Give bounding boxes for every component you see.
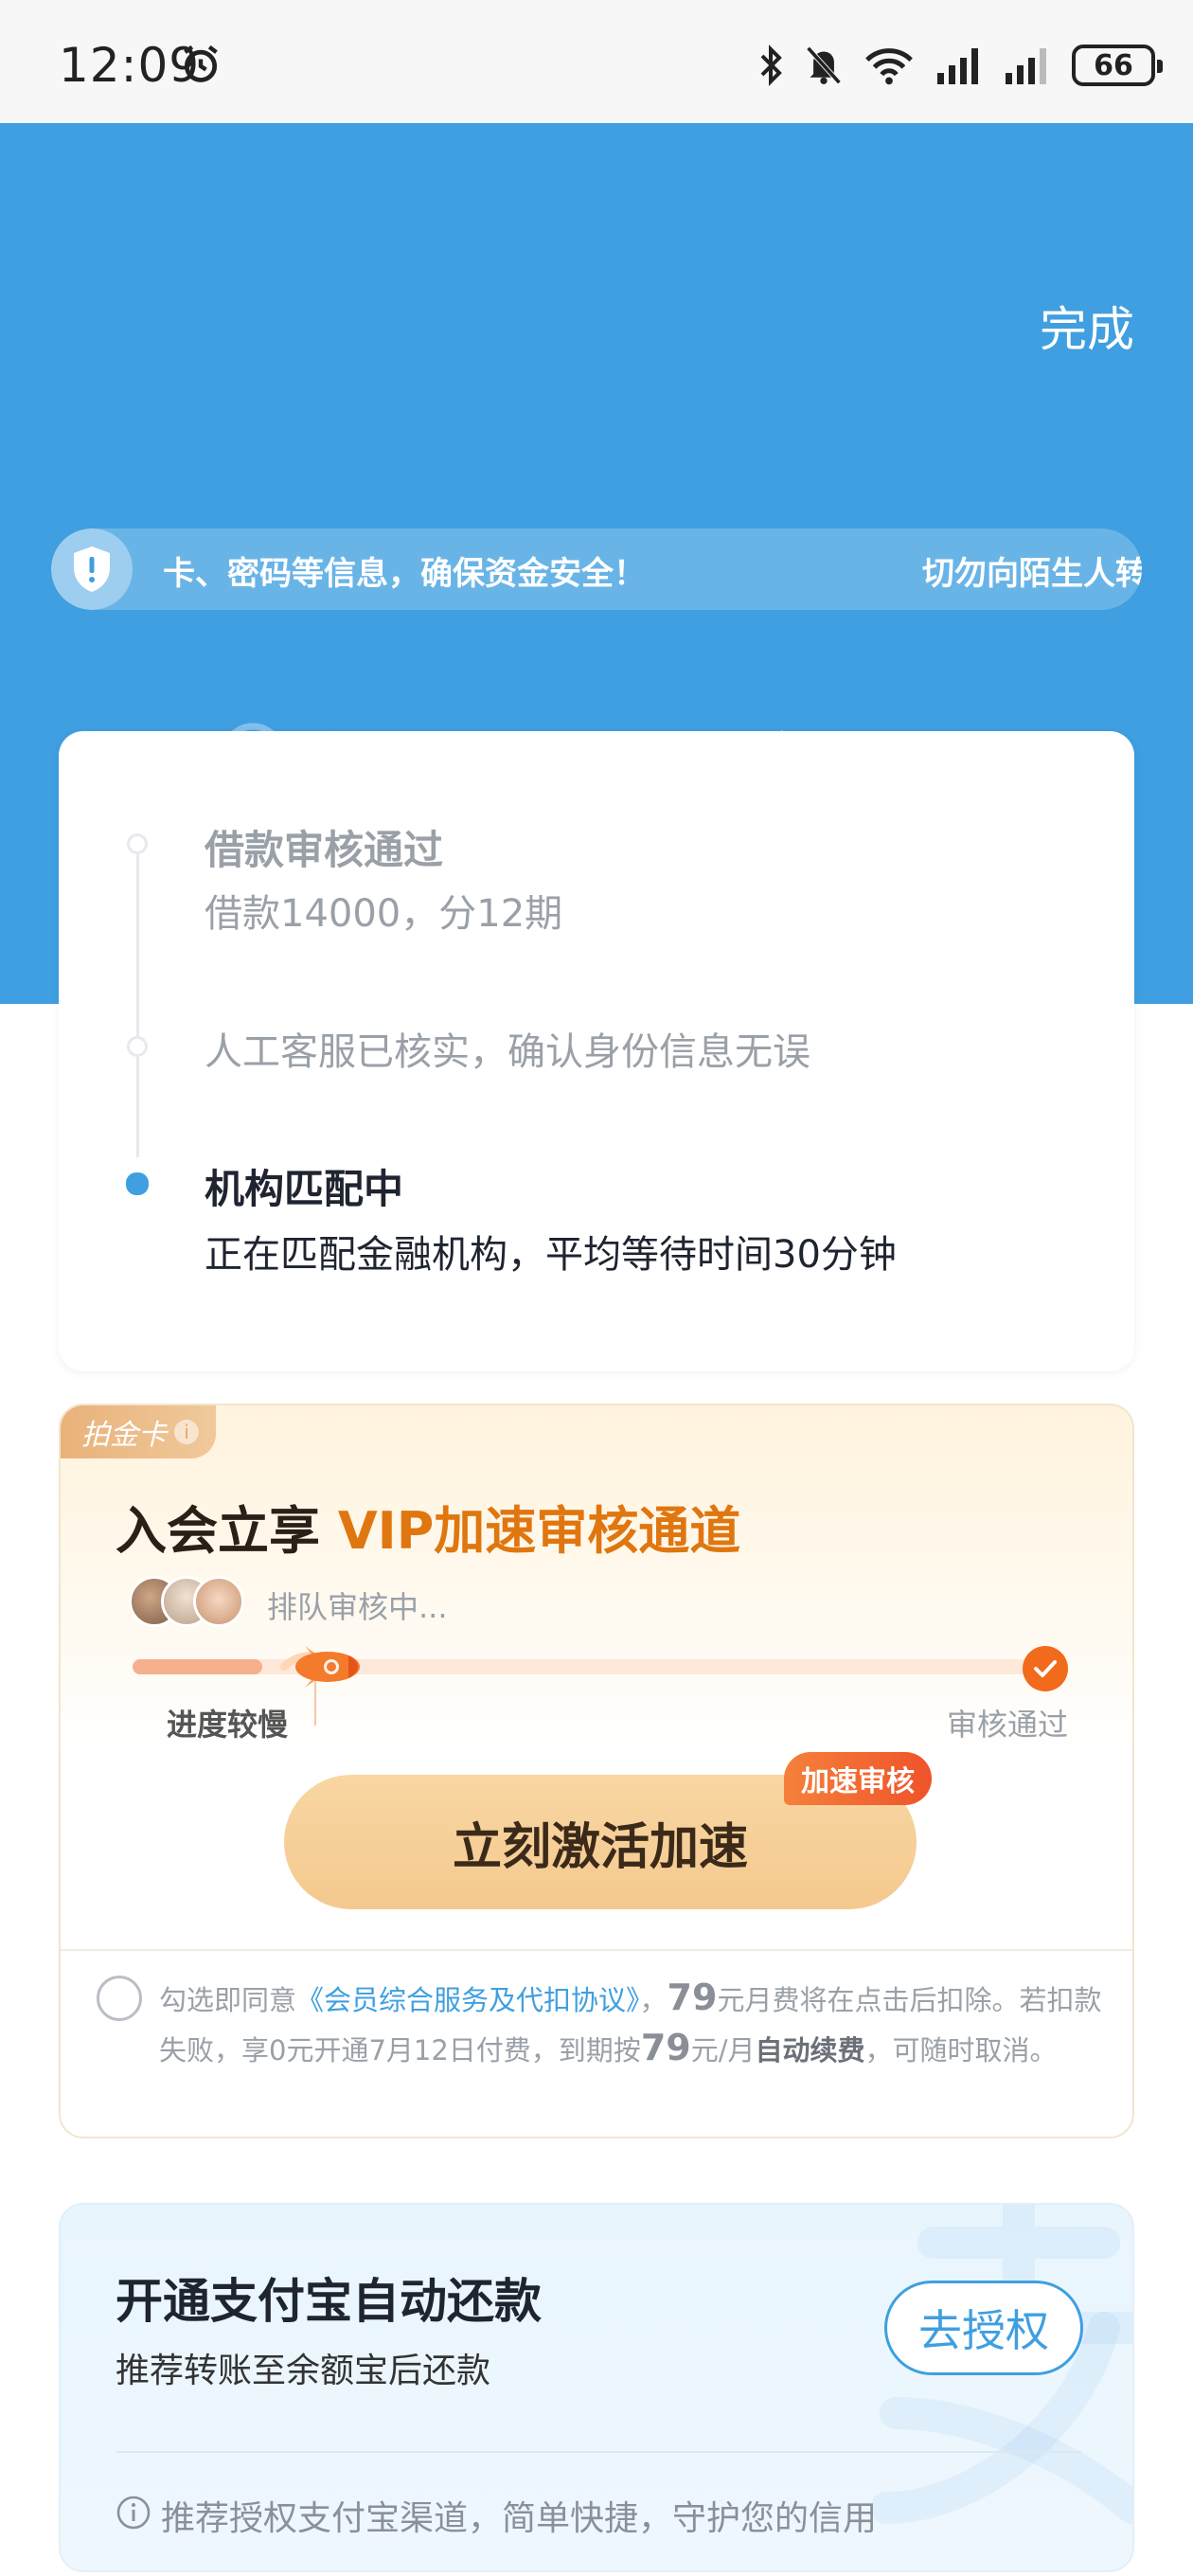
timeline-dot — [127, 1036, 148, 1057]
progress-right-label: 审核通过 — [946, 1707, 1068, 1743]
agreement-suffix: ，可随时取消。 — [864, 2034, 1058, 2066]
timeline-step-subtitle: 借款14000，分12期 — [205, 892, 563, 936]
progress-left-label: 进度较慢 — [167, 1707, 289, 1743]
notice-text: 卡、密码等信息，确保资金安全！ — [163, 555, 646, 593]
status-icons: 66 — [759, 42, 1163, 89]
avatar-group — [129, 1576, 252, 1629]
vip-headline: 入会立享 VIP加速审核通道 — [116, 1489, 740, 1564]
wifi-icon — [865, 48, 913, 85]
progress-fill — [133, 1659, 263, 1674]
avatar — [193, 1576, 244, 1627]
info-icon[interactable]: i — [174, 1420, 199, 1444]
check-icon — [1023, 1646, 1068, 1691]
timeline-line — [136, 845, 139, 1157]
alipay-note: 推荐授权支付宝渠道，简单快捷，守护您的信用 — [161, 2499, 878, 2538]
alipay-title: 开通支付宝自动还款 — [116, 2274, 542, 2329]
agreement-comma: ， — [639, 1984, 668, 2016]
status-time: 12:09 — [59, 38, 201, 93]
security-notice: 卡、密码等信息，确保资金安全！ 切勿向陌生人转 — [51, 528, 1142, 610]
battery-level: 66 — [1094, 48, 1133, 82]
vip-tag-label: 拍金卡 — [81, 1419, 167, 1452]
monthly-price: 79 — [667, 1977, 718, 2018]
alipay-autopay-card: 开通支付宝自动还款 推荐转账至余额宝后还款 去授权 推荐授权支付宝渠道，简单快捷… — [59, 2203, 1134, 2572]
vip-tag: 拍金卡 i — [61, 1405, 216, 1458]
rocket-icon — [280, 1646, 360, 1688]
status-bar: 12:09 66 — [0, 0, 1193, 123]
timeline-dot — [127, 833, 148, 854]
auto-renew-label: 自动续费 — [755, 2034, 865, 2066]
vip-headline-highlight: VIP加速审核通道 — [337, 1501, 741, 1561]
divider — [116, 2451, 1081, 2453]
queue-text: 排队审核中... — [267, 1589, 448, 1625]
agreement-checkbox[interactable] — [97, 1976, 142, 2021]
renew-price: 79 — [640, 2027, 691, 2068]
agreement-prefix: 勾选即同意 — [159, 1984, 297, 2016]
done-button[interactable]: 完成 — [1040, 292, 1134, 360]
signal-icon — [1006, 48, 1046, 84]
alarm-icon — [184, 45, 218, 82]
agreement-link[interactable]: 《会员综合服务及代扣协议》 — [296, 1984, 640, 2016]
notice-text: 切勿向陌生人转 — [922, 555, 1142, 593]
progress-timeline: 借款审核通过 借款14000，分12期 人工客服已核实，确认身份信息无误 机构匹… — [59, 731, 1134, 1371]
signal-icon — [937, 48, 978, 84]
timeline-dot-active — [126, 1172, 149, 1195]
timeline-step-title: 机构匹配中 — [205, 1166, 404, 1212]
divider — [61, 1949, 1132, 1951]
info-icon — [116, 2496, 151, 2530]
review-progress-bar — [133, 1659, 1060, 1674]
speed-review-badge: 加速审核 — [784, 1752, 932, 1805]
authorize-button[interactable]: 去授权 — [884, 2281, 1083, 2375]
vip-headline-prefix: 入会立享 — [116, 1501, 338, 1561]
timeline-step-title: 人工客服已核实，确认身份信息无误 — [205, 1030, 810, 1074]
agreement-text: 勾选即同意《会员综合服务及代扣协议》，79元月费将在点击后扣除。若扣款失败，享0… — [159, 1974, 1106, 2074]
battery-icon: 66 — [1072, 45, 1163, 86]
price-unit: 元/月 — [690, 2034, 756, 2066]
shield-icon — [51, 528, 133, 610]
mute-icon — [806, 45, 842, 85]
bluetooth-icon — [760, 45, 782, 86]
timeline-step-title: 借款审核通过 — [205, 827, 444, 873]
alipay-subtitle: 推荐转账至余额宝后还款 — [116, 2352, 491, 2390]
timeline-step-subtitle: 正在匹配金融机构，平均等待时间30分钟 — [205, 1233, 897, 1277]
vip-promo-card: 拍金卡 i 入会立享 VIP加速审核通道 排队审核中... 进度较慢 审核通过 … — [59, 1404, 1134, 2138]
